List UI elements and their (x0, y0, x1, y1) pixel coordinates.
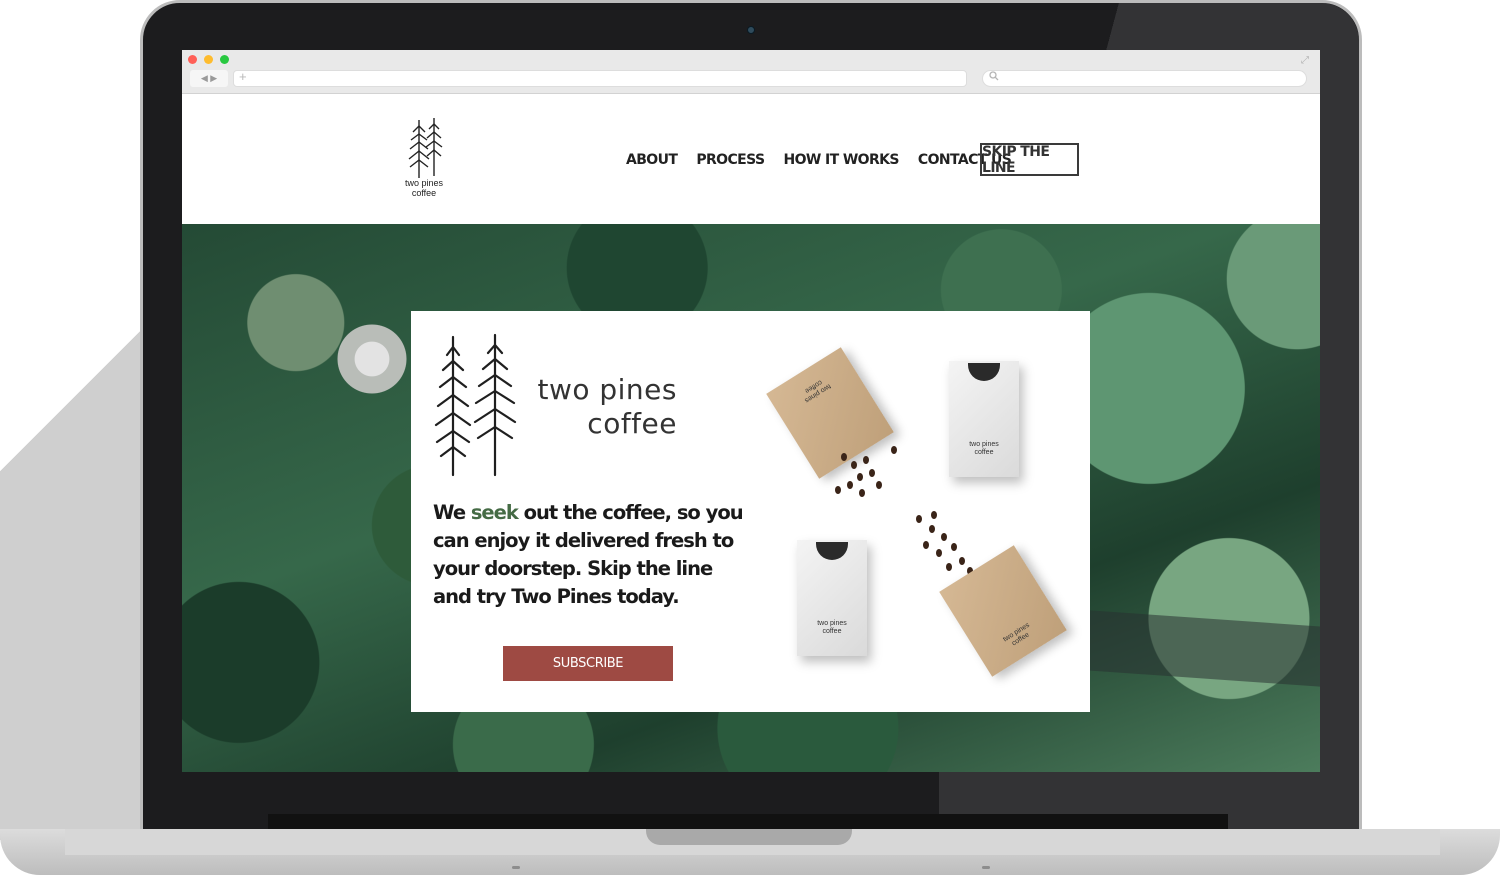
bag-label-line2: coffee (822, 628, 842, 635)
bag-label-line1: two pines (817, 620, 847, 627)
white-coffee-bag-bottom: two pines coffee (797, 540, 867, 656)
laptop-foot-right (982, 866, 990, 869)
brand-name: two pines coffee (527, 373, 677, 441)
mockup-stage: ◀ ▶ + ⤢ two pines coffee ABOUT PROCESS H… (0, 0, 1500, 875)
expand-icon[interactable]: ⤢ (1301, 55, 1309, 66)
kraft-coffee-bag-bottom: two pines coffee (939, 545, 1067, 677)
subscribe-button[interactable]: SUBSCRIBE (503, 646, 673, 681)
skip-the-line-button[interactable]: SKIP THE LINE (980, 143, 1079, 176)
nav-how-it-works[interactable]: HOW IT WORKS (783, 152, 899, 168)
browser-search-input[interactable] (982, 70, 1307, 87)
hero-forest-background: two pines coffee We seek out the coffee,… (182, 224, 1320, 772)
nav-about[interactable]: ABOUT (626, 152, 678, 168)
nav-process[interactable]: PROCESS (696, 152, 765, 168)
maximize-window-button[interactable] (220, 55, 229, 64)
close-window-button[interactable] (188, 55, 197, 64)
bag-label-line1: two pines (803, 382, 832, 404)
white-coffee-bag-top: two pines coffee (949, 361, 1019, 477)
bag-label-line1: two pines (969, 441, 999, 448)
back-forward-buttons[interactable]: ◀ ▶ (190, 70, 228, 87)
logo-text-line1: two pines (404, 178, 444, 188)
bag-label-line2: coffee (974, 449, 994, 456)
bag-label-line2: coffee (803, 378, 824, 395)
webcam-icon (747, 26, 755, 34)
pine-trees-logo-large-icon (434, 333, 517, 477)
screen-bezel-bottom (268, 814, 1228, 830)
logo-text-line2: coffee (411, 188, 437, 198)
forest-road (1080, 610, 1320, 688)
bag-label-line1: two pines (1002, 621, 1031, 644)
tagline-start: We (433, 501, 471, 524)
bag-label: two pines coffee (977, 606, 1060, 666)
bag-label: two pines coffee (774, 359, 857, 419)
main-nav: ABOUT PROCESS HOW IT WORKS CONTACT US (626, 152, 1012, 168)
kraft-coffee-bag-top: two pines coffee (766, 347, 894, 479)
bag-label: two pines coffee (797, 620, 867, 636)
bag-label: two pines coffee (949, 441, 1019, 457)
logo-text: two pines coffee (389, 178, 459, 198)
search-icon (989, 71, 999, 81)
address-bar[interactable] (233, 70, 967, 87)
hero-card: two pines coffee We seek out the coffee,… (411, 311, 1090, 712)
plus-icon[interactable]: + (239, 69, 247, 84)
laptop-screen: ◀ ▶ + ⤢ two pines coffee ABOUT PROCESS H… (182, 50, 1320, 772)
site-header: two pines coffee ABOUT PROCESS HOW IT WO… (182, 94, 1320, 224)
bare-tree (327, 324, 417, 394)
brand-name-line2: coffee (587, 407, 677, 440)
bag-label-line2: coffee (1010, 631, 1031, 648)
laptop-foot-left (512, 866, 520, 869)
laptop-opening-notch (646, 829, 852, 845)
browser-toolbar: ◀ ▶ + ⤢ (182, 50, 1320, 94)
minimize-window-button[interactable] (204, 55, 213, 64)
tagline-highlight: seek (470, 501, 519, 524)
hero-tagline: We seek out the coffee, so you can enjoy… (433, 499, 744, 611)
brand-name-line1: two pines (537, 373, 677, 406)
